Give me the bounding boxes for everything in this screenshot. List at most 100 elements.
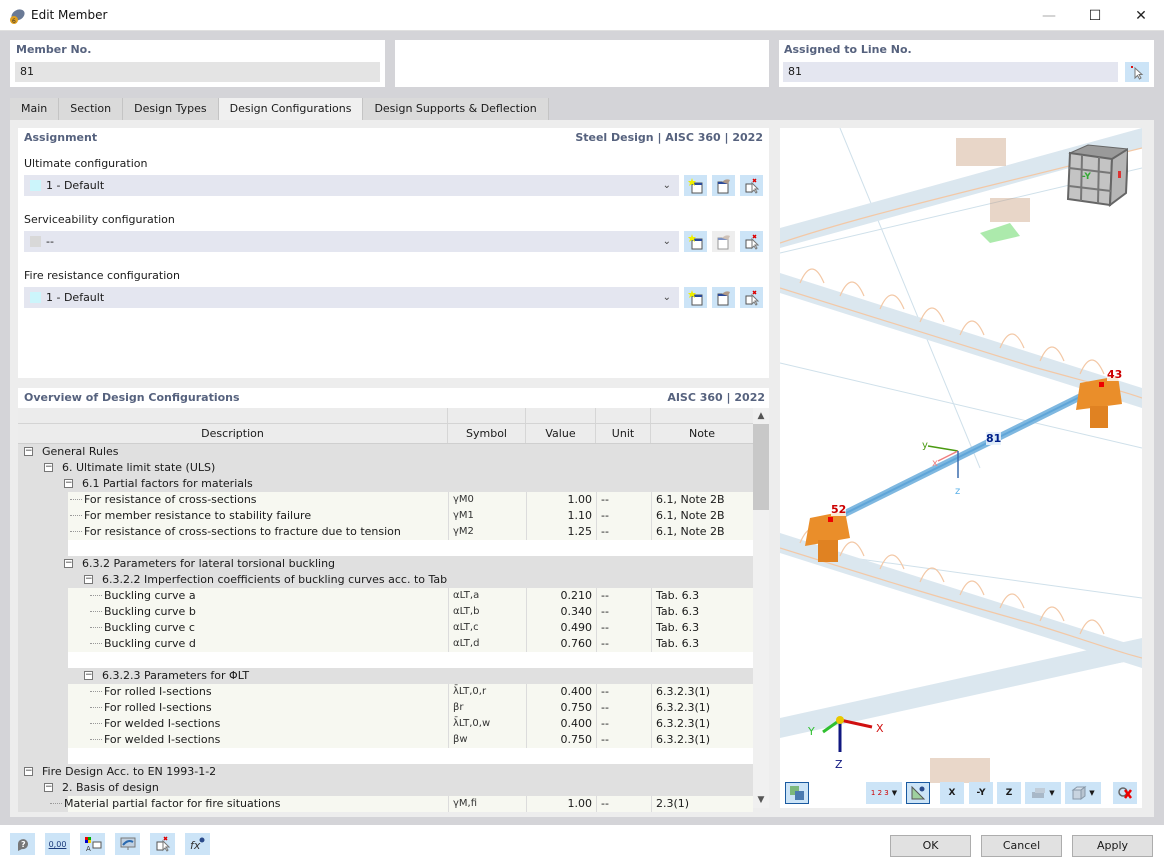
new-config-button[interactable] xyxy=(684,231,707,252)
apply-button[interactable]: Apply xyxy=(1072,835,1153,857)
tab-design-supports-deflection[interactable]: Design Supports & Deflection xyxy=(363,98,549,120)
column-header-symbol[interactable]: Symbol xyxy=(448,424,526,443)
group-row[interactable]: −2. Basis of design xyxy=(18,780,753,796)
column-header-note[interactable]: Note xyxy=(651,424,753,443)
value-cell[interactable] xyxy=(526,572,596,588)
table-row[interactable]: For resistance of cross-sections γM0 1.00-… xyxy=(18,492,753,508)
pick-config-button[interactable] xyxy=(740,231,763,252)
table-row[interactable]: Material partial factor for fire situati… xyxy=(18,796,753,812)
view-settings-button[interactable] xyxy=(785,782,809,804)
group-row[interactable]: −6.1 Partial factors for materials xyxy=(18,476,753,492)
table-row[interactable]: For resistance of cross-sections to frac… xyxy=(18,524,753,540)
collapse-toggle-icon[interactable]: − xyxy=(64,479,73,488)
display-properties-button[interactable]: A xyxy=(80,833,105,855)
value-cell[interactable] xyxy=(526,476,596,492)
value-cell[interactable]: 0.400 xyxy=(526,684,596,700)
table-row[interactable]: For rolled I-sections λ̄LT,0,r 0.400 -- 6.3.… xyxy=(18,684,753,700)
group-row[interactable]: −6.3.2 Parameters for lateral torsional … xyxy=(18,556,753,572)
table-row[interactable]: For welded I-sections λ̄LT,0,w 0.400 -- 6.3.… xyxy=(18,716,753,732)
table-row[interactable]: Buckling curve c αLT,c 0.490 -- Tab. 6.3 xyxy=(18,620,753,636)
column-header-description[interactable]: Description xyxy=(18,424,448,443)
collapse-toggle-icon[interactable]: − xyxy=(24,447,33,456)
formula-button[interactable]: fx xyxy=(185,833,210,855)
pick-config-button[interactable] xyxy=(740,287,763,308)
value-cell[interactable]: 1.00 xyxy=(526,796,596,812)
group-row[interactable]: − Fire Design Acc. to EN 1993-1-2 xyxy=(18,764,753,780)
column-header-unit[interactable]: Unit xyxy=(596,424,651,443)
tab-main[interactable]: Main xyxy=(10,98,60,120)
value-cell[interactable]: 0.750 xyxy=(526,700,596,716)
member-no-field[interactable]: 81 xyxy=(15,62,380,82)
maximize-button[interactable]: ☐ xyxy=(1072,0,1118,31)
new-config-button[interactable] xyxy=(684,287,707,308)
pick-line-button[interactable] xyxy=(1125,62,1149,82)
display-mode-dropdown[interactable]: ▼ xyxy=(1025,782,1061,804)
value-cell[interactable]: 0.400 xyxy=(526,716,596,732)
minimize-button[interactable]: — xyxy=(1026,0,1072,31)
collapse-toggle-icon[interactable]: − xyxy=(24,767,33,776)
group-row[interactable]: −6. Ultimate limit state (ULS) xyxy=(18,460,753,476)
view-x-button[interactable]: X xyxy=(940,782,964,804)
pick-config-button[interactable] xyxy=(740,175,763,196)
value-cell[interactable] xyxy=(526,780,596,796)
value-cell[interactable]: 0.490 xyxy=(526,620,596,636)
group-row[interactable]: −6.3.2.2 Imperfection coefficients of bu… xyxy=(18,572,753,588)
table-row[interactable]: For welded I-sections βw 0.750 -- 6.3.2.3(1) xyxy=(18,732,753,748)
config-select[interactable]: 1 - Default ⌄ xyxy=(24,175,679,196)
value-cell[interactable]: 0.750 xyxy=(526,732,596,748)
new-config-button[interactable] xyxy=(684,175,707,196)
view-button[interactable] xyxy=(115,833,140,855)
value-cell[interactable] xyxy=(526,556,596,572)
table-row[interactable]: Buckling curve d αLT,d 0.760 -- Tab. 6.3 xyxy=(18,636,753,652)
assigned-line-field[interactable]: 81 xyxy=(783,62,1118,82)
group-row[interactable]: −6.3.2.3 Parameters for ΦLT xyxy=(18,668,753,684)
reset-view-button[interactable] xyxy=(1113,782,1137,804)
view-z-button[interactable]: Z xyxy=(997,782,1021,804)
scroll-down-icon[interactable]: ▼ xyxy=(753,792,769,808)
value-cell[interactable]: 0.210 xyxy=(526,588,596,604)
config-select[interactable]: 1 - Default ⌄ xyxy=(24,287,679,308)
collapse-toggle-icon[interactable]: − xyxy=(44,463,53,472)
value-cell[interactable] xyxy=(526,764,596,780)
scroll-thumb[interactable] xyxy=(753,424,769,510)
edit-config-button[interactable] xyxy=(712,231,735,252)
collapse-toggle-icon[interactable]: − xyxy=(84,575,93,584)
table-row[interactable]: Buckling curve b αLT,b 0.340 -- Tab. 6.3 xyxy=(18,604,753,620)
tab-section[interactable]: Section xyxy=(59,98,124,120)
collapse-toggle-icon[interactable]: − xyxy=(64,559,73,568)
cancel-button[interactable]: Cancel xyxy=(981,835,1062,857)
value-cell[interactable] xyxy=(526,444,596,460)
edit-config-button[interactable] xyxy=(712,287,735,308)
group-row[interactable]: − General Rules xyxy=(18,444,753,460)
table-row[interactable]: For member resistance to stability failu… xyxy=(18,508,753,524)
config-select[interactable]: -- ⌄ xyxy=(24,231,679,252)
pick-object-button[interactable] xyxy=(150,833,175,855)
view-neg-y-button[interactable]: -Y xyxy=(969,782,993,804)
value-cell[interactable]: 0.760 xyxy=(526,636,596,652)
value-cell[interactable]: 0.340 xyxy=(526,604,596,620)
value-cell[interactable]: 1.25 xyxy=(526,524,596,540)
edit-config-button[interactable] xyxy=(712,175,735,196)
display-toggle-button[interactable] xyxy=(906,782,930,804)
units-button[interactable]: 0,00 xyxy=(45,833,70,855)
collapse-toggle-icon[interactable]: − xyxy=(44,783,53,792)
close-button[interactable]: ✕ xyxy=(1118,0,1164,31)
table-row[interactable]: For rolled I-sections βr 0.750 -- 6.3.2.3(1) xyxy=(18,700,753,716)
vertical-scrollbar[interactable]: ▲ ▼ xyxy=(753,408,769,808)
value-cell[interactable]: 1.10 xyxy=(526,508,596,524)
numbering-dropdown[interactable]: 1 2 3 ▼ xyxy=(866,782,902,804)
table-row[interactable]: Buckling curve a αLT,a 0.210 -- Tab. 6.3 xyxy=(18,588,753,604)
column-header-value[interactable]: Value xyxy=(526,424,596,443)
value-cell[interactable] xyxy=(526,460,596,476)
collapse-toggle-icon[interactable]: − xyxy=(84,671,93,680)
help-button[interactable]: ? xyxy=(10,833,35,855)
model-viewport[interactable]: 52 43 81 y x z -Y X Y Z xyxy=(780,128,1142,808)
ok-button[interactable]: OK xyxy=(890,835,971,857)
tab-design-configurations[interactable]: Design Configurations xyxy=(218,98,364,120)
view-cube[interactable]: -Y xyxy=(1062,143,1130,208)
value-cell[interactable] xyxy=(526,668,596,684)
tab-design-types[interactable]: Design Types xyxy=(123,98,219,120)
value-cell[interactable]: 1.00 xyxy=(526,492,596,508)
scroll-up-icon[interactable]: ▲ xyxy=(753,408,769,424)
view-mode-dropdown[interactable]: ▼ xyxy=(1065,782,1101,804)
